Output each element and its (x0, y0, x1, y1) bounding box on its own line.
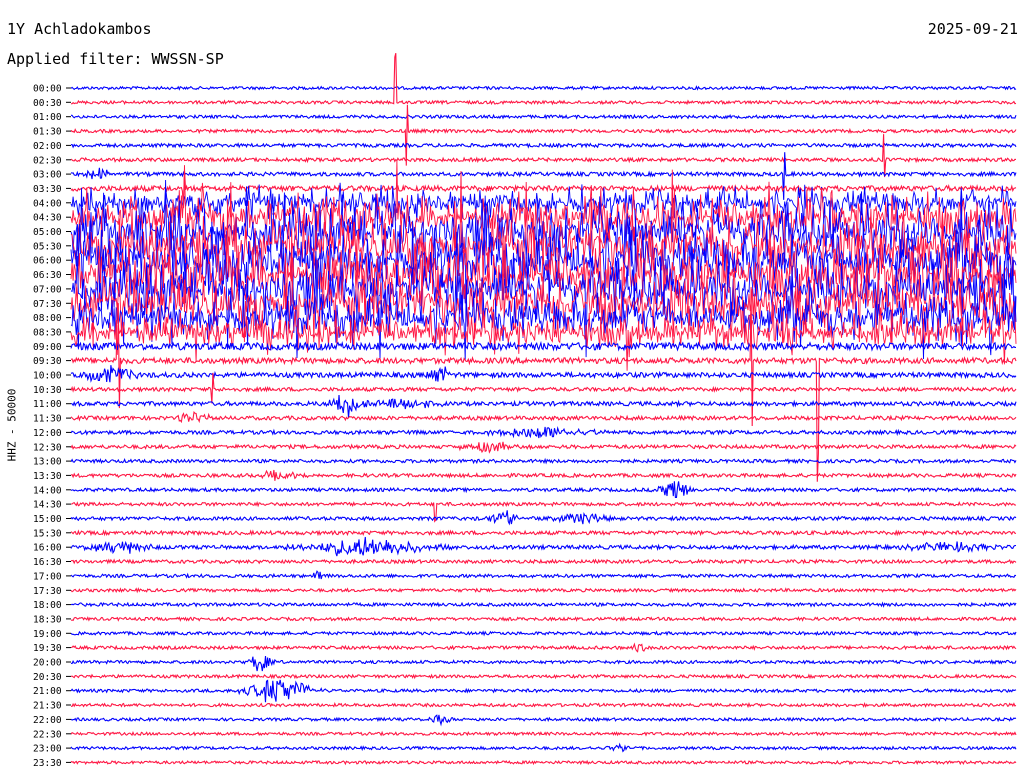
time-label: 19:00 (33, 629, 62, 640)
time-label: 02:30 (33, 155, 62, 166)
time-label: 21:30 (33, 701, 62, 712)
time-label: 02:00 (33, 141, 62, 152)
trace-row-1200 (70, 426, 1017, 439)
trace-row-2000 (70, 655, 1017, 672)
trace-row-2100 (70, 679, 1017, 703)
trace-row-2200 (70, 714, 1017, 727)
time-label: 10:30 (33, 385, 62, 396)
time-label: 23:30 (33, 758, 62, 769)
time-label: 20:30 (33, 672, 62, 683)
time-label: 00:00 (33, 84, 62, 95)
trace-row-1230 (70, 441, 1017, 454)
time-label: 14:00 (33, 485, 62, 496)
trace-row-1700 (70, 570, 1017, 580)
time-label: 12:00 (33, 428, 62, 439)
trace-row-0230 (70, 134, 1017, 178)
time-label: 16:00 (33, 543, 62, 554)
trace-row-1930 (70, 642, 1017, 653)
time-label: 13:30 (33, 471, 62, 482)
time-label: 15:00 (33, 514, 62, 525)
trace-row-1730 (70, 587, 1017, 594)
seismic-traces (70, 52, 1017, 766)
time-label: 04:00 (33, 198, 62, 209)
time-label: 08:30 (33, 327, 62, 338)
trace-row-1300 (70, 457, 1017, 465)
trace-row-0130 (70, 104, 1017, 166)
time-label: 21:00 (33, 686, 62, 697)
time-label: 01:00 (33, 112, 62, 123)
time-label: 18:00 (33, 600, 62, 611)
trace-row-1630 (70, 558, 1017, 565)
time-label: 11:30 (33, 414, 62, 425)
trace-row-2130 (71, 701, 1017, 709)
helicorder-plot: 00:00 00:30 01:00 01:30 02:00 02:30 03:00 03:30… (33, 52, 1017, 769)
time-label: 20:00 (33, 658, 62, 669)
time-label: 14:30 (33, 500, 62, 511)
time-label: 18:30 (33, 614, 62, 625)
trace-row-1500 (70, 510, 1017, 526)
time-label: 17:30 (33, 586, 62, 597)
trace-row-1800 (70, 601, 1017, 608)
trace-row-0100 (70, 113, 1017, 120)
time-label: 13:00 (33, 457, 62, 468)
trace-row-1830 (70, 616, 1017, 622)
time-label: 05:30 (33, 241, 62, 252)
time-label: 07:00 (33, 284, 62, 295)
time-label: 00:30 (33, 98, 62, 109)
trace-row-1400 (70, 481, 1017, 498)
trace-row-1100 (70, 394, 1017, 418)
time-label: 09:00 (33, 342, 62, 353)
time-label: 16:30 (33, 557, 62, 568)
trace-row-0200 (70, 142, 1017, 149)
time-label: 06:30 (33, 270, 62, 281)
time-label: 12:30 (33, 442, 62, 453)
trace-row-1530 (70, 529, 1017, 537)
trace-row-2030 (70, 673, 1017, 680)
trace-row-1900 (70, 630, 1017, 637)
time-label: 19:30 (33, 643, 62, 654)
trace-row-1330 (70, 469, 1017, 481)
time-label: 10:00 (33, 371, 62, 382)
trace-row-0900 (70, 340, 1016, 352)
trace-row-2330 (70, 759, 1017, 766)
trace-row-2300 (70, 742, 1017, 753)
time-label: 07:30 (33, 299, 62, 310)
time-label: 22:30 (33, 729, 62, 740)
time-label: 08:00 (33, 313, 62, 324)
time-label: 23:00 (33, 744, 62, 755)
time-label: 15:30 (33, 528, 62, 539)
time-label: 03:30 (33, 184, 62, 195)
time-label: 03:00 (33, 170, 62, 181)
trace-row-0030 (70, 52, 1017, 106)
time-label: 17:00 (33, 571, 62, 582)
trace-row-1600 (70, 536, 1017, 557)
trace-row-0000 (70, 85, 1017, 91)
time-label: 01:30 (33, 127, 62, 138)
time-label: 09:30 (33, 356, 62, 367)
time-label: 04:30 (33, 213, 62, 224)
time-label: 11:00 (33, 399, 62, 410)
time-label: 22:00 (33, 715, 62, 726)
time-label: 05:00 (33, 227, 62, 238)
time-label: 06:00 (33, 256, 62, 267)
time-axis-labels: 00:00 00:30 01:00 01:30 02:00 02:30 03:00 03:30… (33, 84, 71, 769)
trace-row-2230 (70, 730, 1017, 737)
trace-row-1130 (70, 410, 1017, 424)
